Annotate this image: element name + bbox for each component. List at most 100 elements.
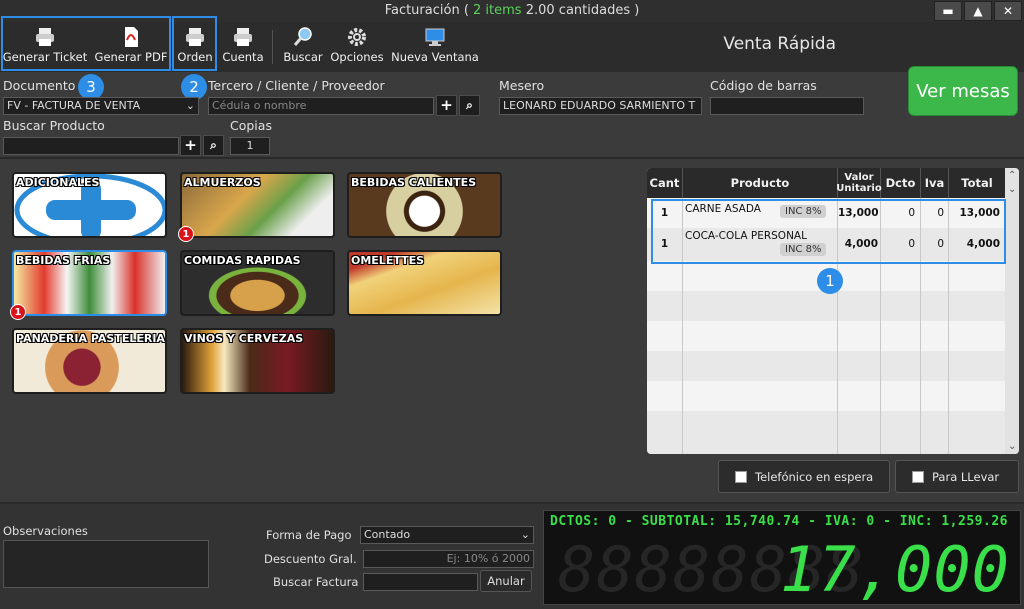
category-almuerzos[interactable]: ALMUERZOS: [180, 172, 335, 238]
plus-icon: +: [440, 96, 453, 114]
printer-icon: [234, 28, 252, 46]
opciones-button[interactable]: Opciones: [328, 22, 386, 70]
minimize-button[interactable]: ▬: [934, 1, 962, 21]
category-name: COMIDAS RAPIDAS: [184, 254, 301, 267]
callout-1: 1: [817, 268, 843, 294]
search-tercero-button[interactable]: ⌕: [459, 95, 480, 116]
telefonico-label: Telefónico en espera: [755, 469, 874, 484]
ver-mesas-button[interactable]: Ver mesas: [908, 66, 1018, 116]
col-valor-line2: Unitario: [836, 183, 882, 194]
col-total: Total: [961, 175, 993, 190]
telefonico-espera-toggle[interactable]: Telefónico en espera: [718, 460, 890, 493]
buscar-producto-input[interactable]: [3, 137, 179, 155]
forma-pago-value: Contado: [364, 528, 411, 541]
toolbar-separator: [272, 30, 273, 64]
col-valor-line1: Valor: [844, 172, 874, 183]
search-icon: ⌕: [466, 98, 473, 112]
codigo-barras-label: Código de barras: [710, 78, 817, 93]
category-name: ADICIONALES: [16, 176, 100, 189]
buscar-button[interactable]: Buscar: [280, 22, 326, 70]
descuento-placeholder: Ej: 10% ó 2000: [446, 552, 530, 565]
chevron-down-icon: ⌄: [520, 528, 530, 541]
search-icon: ⌕: [210, 138, 217, 152]
category-name: BEBIDAS CALIENTES: [351, 176, 477, 189]
tercero-input[interactable]: Cédula o nombre: [208, 97, 434, 115]
scroll-bottom-icon[interactable]: ⌄: [1008, 441, 1016, 452]
section-divider: [0, 157, 1024, 159]
search-icon: [293, 27, 312, 46]
scroll-down-icon[interactable]: ⌄: [1008, 184, 1016, 195]
table-header: Cant Producto Valor Unitario Dcto Iva To…: [647, 168, 1005, 198]
observaciones-textarea[interactable]: [3, 540, 209, 588]
documento-label: Documento: [3, 78, 76, 93]
category-comidas-rapidas[interactable]: COMIDAS RAPIDAS: [180, 250, 335, 316]
copias-label: Copias: [230, 118, 272, 133]
buscar-label: Buscar: [283, 50, 323, 64]
add-tercero-button[interactable]: +: [436, 95, 457, 116]
category-bebidas-frias[interactable]: BEBIDAS FRIAS: [12, 250, 167, 316]
mesero-field[interactable]: LEONARD EDUARDO SARMIENTO T: [499, 97, 702, 115]
descuento-input[interactable]: Ej: 10% ó 2000: [363, 550, 534, 568]
opciones-label: Opciones: [330, 50, 384, 64]
copias-input[interactable]: 1: [230, 137, 270, 155]
forma-pago-select[interactable]: Contado ⌄: [360, 526, 534, 544]
category-name: ALMUERZOS: [184, 176, 261, 189]
observaciones-label: Observaciones: [3, 524, 88, 538]
category-vinos-cervezas[interactable]: VINOS Y CERVEZAS: [180, 328, 335, 394]
add-producto-button[interactable]: +: [180, 135, 201, 156]
quantity-count: 2.00 cantidades ): [525, 3, 640, 18]
grand-total: 17,000: [780, 533, 1010, 606]
codigo-barras-input[interactable]: [710, 97, 864, 115]
total-display: DCTOS: 0 - SUBTOTAL: 15,740.74 - IVA: 0 …: [543, 510, 1021, 606]
category-adicionales[interactable]: ADICIONALES: [12, 172, 167, 238]
plus-icon: +: [184, 136, 197, 154]
table-row-empty: [647, 411, 1005, 454]
highlight-box-print-buttons: [1, 16, 171, 71]
cuenta-label: Cuenta: [222, 50, 264, 64]
highlight-box-orden: [172, 16, 217, 71]
anular-button[interactable]: Anular: [480, 570, 532, 592]
category-omelettes[interactable]: OMELETTES: [347, 250, 502, 316]
category-name: BEBIDAS FRIAS: [16, 254, 111, 267]
search-producto-button[interactable]: ⌕: [203, 135, 224, 156]
col-cant: Cant: [647, 168, 683, 198]
highlight-box-rows: [651, 199, 1006, 264]
checkbox[interactable]: [912, 470, 924, 483]
mesero-label: Mesero: [499, 78, 545, 93]
col-producto: Producto: [683, 168, 838, 198]
table-row-empty: [647, 291, 1005, 321]
category-badge: 1: [178, 226, 194, 242]
mesero-value: LEONARD EDUARDO SARMIENTO T: [503, 99, 696, 112]
table-row-empty: [647, 321, 1005, 351]
nueva-ventana-button[interactable]: Nueva Ventana: [390, 22, 480, 70]
gear-icon: [348, 28, 366, 46]
category-name: PANADERIA PASTELERIA: [16, 332, 165, 345]
tercero-label: Tercero / Cliente / Proveedor: [208, 78, 385, 93]
window-title: Facturación (: [384, 3, 469, 18]
close-button[interactable]: ✕: [994, 1, 1022, 21]
table-scrollbar[interactable]: ⌃ ⌄ ⌄: [1005, 168, 1019, 454]
category-bebidas-calientes[interactable]: BEBIDAS CALIENTES: [347, 172, 502, 238]
category-badge: 1: [10, 304, 26, 320]
col-dcto: Dcto: [881, 168, 921, 198]
cuenta-button[interactable]: Cuenta: [220, 22, 266, 70]
category-panaderia-pasteleria[interactable]: PANADERIA PASTELERIA: [12, 328, 167, 394]
category-name: OMELETTES: [351, 254, 425, 267]
venta-rapida-title: Venta Rápida: [723, 34, 836, 54]
nueva-ventana-label: Nueva Ventana: [391, 50, 479, 64]
copias-value: 1: [246, 139, 254, 152]
table-row-empty: [647, 351, 1005, 381]
tercero-placeholder: Cédula o nombre: [212, 99, 307, 112]
documento-select[interactable]: FV - FACTURA DE VENTA ⌄: [3, 97, 199, 115]
documento-value: FV - FACTURA DE VENTA: [7, 99, 141, 112]
col-iva: Iva: [921, 168, 949, 198]
scroll-up-icon[interactable]: ⌃: [1008, 170, 1016, 181]
col-valor-unitario: Valor Unitario: [836, 168, 882, 198]
para-llevar-toggle[interactable]: Para LLevar: [895, 460, 1019, 493]
category-name: VINOS Y CERVEZAS: [184, 332, 304, 345]
totals-summary: DCTOS: 0 - SUBTOTAL: 15,740.74 - IVA: 0 …: [550, 514, 1008, 529]
forma-pago-label: Forma de Pago: [266, 528, 352, 542]
maximize-button[interactable]: ▲: [964, 1, 992, 21]
checkbox[interactable]: [735, 470, 747, 483]
buscar-factura-input[interactable]: [363, 573, 478, 591]
